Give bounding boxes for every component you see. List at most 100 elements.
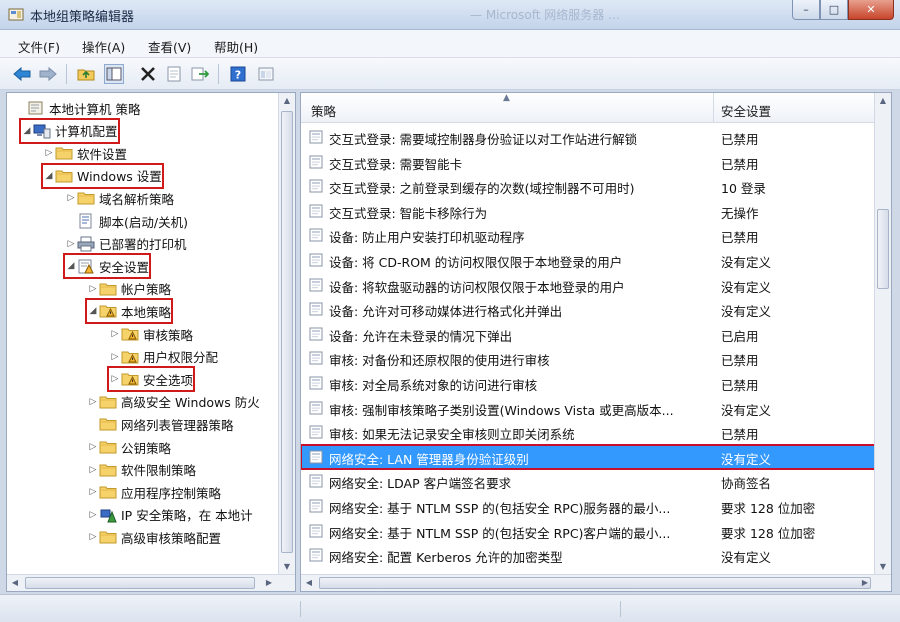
close-button[interactable]: ✕ [848, 0, 894, 20]
tree-item-label: 公钥策略 [121, 440, 172, 456]
tree-item[interactable]: ◢ 本地策略 [84, 298, 174, 325]
table-row[interactable]: 交互式登录: 智能卡移除行为 无操作 [301, 199, 876, 223]
tree-item[interactable]: ◢ 计算机配置 [19, 117, 120, 144]
table-row[interactable]: 设备: 将软盘驱动器的访问权限仅限于本地登录的用户 没有定义 [301, 273, 876, 297]
tree-horizontal-scrollbar[interactable]: ◀ ▶ [7, 574, 295, 591]
policy-name: 审核: 对全局系统对象的访问进行审核 [329, 378, 538, 393]
forward-arrow-icon[interactable] [38, 64, 58, 84]
console-icon[interactable] [256, 64, 276, 84]
collapsed-arrow-icon[interactable]: ▷ [43, 148, 55, 158]
tree-item[interactable]: ▷ 安全选项 [106, 366, 196, 393]
list-scroll-thumb[interactable] [877, 209, 889, 289]
list-vertical-scrollbar[interactable]: ▲ ▼ [874, 93, 891, 575]
tree-item[interactable]: ▷ 域名解析策略 [65, 187, 174, 209]
scroll-down-arrow-icon[interactable]: ▼ [279, 559, 295, 575]
back-arrow-icon[interactable] [12, 64, 32, 84]
collapsed-arrow-icon[interactable]: ▷ [65, 193, 77, 203]
maximize-button[interactable]: □ [820, 0, 848, 20]
tree-item[interactable]: ▷ 帐户策略 [87, 278, 171, 300]
collapsed-arrow-icon[interactable]: ▷ [109, 329, 121, 339]
scroll-left-arrow-icon[interactable]: ◀ [301, 575, 317, 591]
list-hscroll-thumb[interactable] [319, 577, 871, 589]
table-row[interactable]: 交互式登录: 需要域控制器身份验证以对工作站进行解锁 已禁用 [301, 125, 876, 149]
collapsed-arrow-icon[interactable]: ▷ [87, 397, 99, 407]
tree-item[interactable]: ▷ 高级审核策略配置 [87, 526, 221, 548]
collapsed-arrow-icon[interactable]: ▷ [109, 374, 121, 384]
tree-item[interactable]: ▷ IP 安全策略，在 本地计 [87, 504, 253, 526]
table-row[interactable]: 设备: 将 CD-ROM 的访问权限仅限于本地登录的用户 没有定义 [301, 248, 876, 272]
up-folder-icon[interactable] [76, 64, 96, 84]
properties-icon[interactable] [164, 64, 184, 84]
expanded-arrow-icon[interactable]: ◢ [65, 261, 77, 271]
tree-item-label: 安全设置 [99, 259, 150, 275]
tree-scroll-thumb[interactable] [281, 111, 293, 553]
table-row[interactable]: 设备: 防止用户安装打印机驱动程序 已禁用 [301, 223, 876, 247]
collapsed-arrow-icon[interactable]: ▷ [87, 532, 99, 542]
show-hide-tree-icon[interactable] [104, 64, 124, 84]
table-row[interactable]: 网络安全: 基于 NTLM SSP 的(包括安全 RPC)客户端的最小... 要求… [301, 519, 876, 543]
collapsed-arrow-icon[interactable]: ▷ [87, 465, 99, 475]
folder-icon [99, 484, 117, 500]
table-row[interactable]: 设备: 允许对可移动媒体进行格式化并弹出 没有定义 [301, 297, 876, 321]
scroll-down-arrow-icon[interactable]: ▼ [875, 559, 891, 575]
table-row[interactable]: 网络安全: LDAP 客户端签名要求 协商签名 [301, 469, 876, 493]
expanded-arrow-icon[interactable]: ◢ [43, 171, 55, 181]
tree-hscroll-thumb[interactable] [25, 577, 255, 589]
policy-item-icon [309, 253, 323, 267]
scroll-left-arrow-icon[interactable]: ◀ [7, 575, 23, 591]
collapsed-arrow-icon[interactable]: ▷ [65, 239, 77, 249]
minimize-button[interactable]: – [792, 0, 820, 20]
scroll-right-arrow-icon[interactable]: ▶ [857, 575, 873, 591]
menu-help[interactable]: 帮助(H) [214, 37, 258, 56]
tree-item[interactable]: ▷ 高级安全 Windows 防火 [87, 391, 260, 413]
delete-x-icon[interactable] [138, 64, 158, 84]
table-row[interactable]: 交互式登录: 需要智能卡 已禁用 [301, 150, 876, 174]
table-row[interactable]: 审核: 对全局系统对象的访问进行审核 已禁用 [301, 371, 876, 395]
table-row-selected[interactable]: 网络安全: LAN 管理器身份验证级别 没有定义 [301, 443, 877, 470]
expanded-arrow-icon[interactable]: ◢ [21, 126, 33, 136]
table-row[interactable]: 设备: 允许在未登录的情况下弹出 已启用 [301, 322, 876, 346]
help-icon[interactable]: ? [228, 64, 248, 84]
menu-file[interactable]: 文件(F) [18, 37, 60, 56]
export-list-icon[interactable] [190, 64, 210, 84]
table-row[interactable]: 交互式登录: 之前登录到缓存的次数(域控制器不可用时) 10 登录 [301, 174, 876, 198]
policy-item-icon [309, 474, 323, 488]
scroll-right-arrow-icon[interactable]: ▶ [261, 575, 277, 591]
table-row[interactable]: 审核: 强制审核策略子类别设置(Windows Vista 或更高版本... 没有… [301, 396, 876, 420]
collapsed-arrow-icon[interactable]: ▷ [87, 442, 99, 452]
menu-view[interactable]: 查看(V) [148, 37, 191, 56]
tree-item-label: 已部署的打印机 [99, 237, 187, 253]
column-header-setting[interactable]: 安全设置 [721, 101, 771, 120]
tree-item[interactable]: ▷ 用户权限分配 [109, 346, 218, 368]
tree-item[interactable]: ▷ 应用程序控制策略 [87, 481, 221, 503]
expanded-arrow-icon[interactable]: ◢ [87, 306, 99, 316]
collapsed-arrow-icon[interactable]: ▷ [87, 284, 99, 294]
tree-item[interactable]: ▷ 软件设置 [43, 142, 127, 164]
table-row[interactable]: 网络安全: 基于 NTLM SSP 的(包括安全 RPC)服务器的最小... 要求… [301, 494, 876, 518]
menu-action[interactable]: 操作(A) [82, 37, 125, 56]
tree-vertical-scrollbar[interactable]: ▲ ▼ [278, 93, 295, 575]
tree-item[interactable]: ▷ 已部署的打印机 [65, 233, 187, 255]
tree-item[interactable]: ◢ Windows 设置 [41, 162, 164, 189]
tree-item[interactable]: ◢ 安全设置 [62, 253, 152, 280]
column-header-policy[interactable]: 策略 [311, 101, 336, 120]
policy-item-icon [309, 155, 323, 169]
collapsed-arrow-icon[interactable]: ▷ [87, 510, 99, 520]
table-row[interactable]: 网络安全: 配置 Kerberos 允许的加密类型 没有定义 [301, 543, 876, 567]
list-horizontal-scrollbar[interactable]: ◀ ▶ [301, 574, 891, 591]
collapsed-arrow-icon[interactable]: ▷ [87, 487, 99, 497]
tree-item[interactable]: ▷ 公钥策略 [87, 436, 171, 458]
tree-item[interactable]: ▷ 审核策略 [109, 323, 193, 345]
tree-item[interactable]: ▷ 软件限制策略 [87, 459, 196, 481]
scroll-up-arrow-icon[interactable]: ▲ [875, 93, 891, 109]
scroll-up-arrow-icon[interactable]: ▲ [279, 93, 295, 109]
window-title: 本地组策略编辑器 [30, 10, 135, 25]
tree-item[interactable]: 脚本(启动/关机) [65, 210, 188, 232]
tree-item[interactable]: 网络列表管理器策略 [87, 413, 234, 435]
table-row[interactable]: 审核: 如果无法记录安全审核则立即关闭系统 已禁用 [301, 420, 876, 444]
policy-setting: 要求 128 位加密 [721, 525, 816, 541]
collapsed-arrow-icon[interactable]: ▷ [109, 352, 121, 362]
tree-item[interactable]: 本地计算机 策略 [15, 97, 140, 119]
table-row[interactable]: 审核: 对备份和还原权限的使用进行审核 已禁用 [301, 346, 876, 370]
column-divider[interactable] [713, 93, 714, 123]
